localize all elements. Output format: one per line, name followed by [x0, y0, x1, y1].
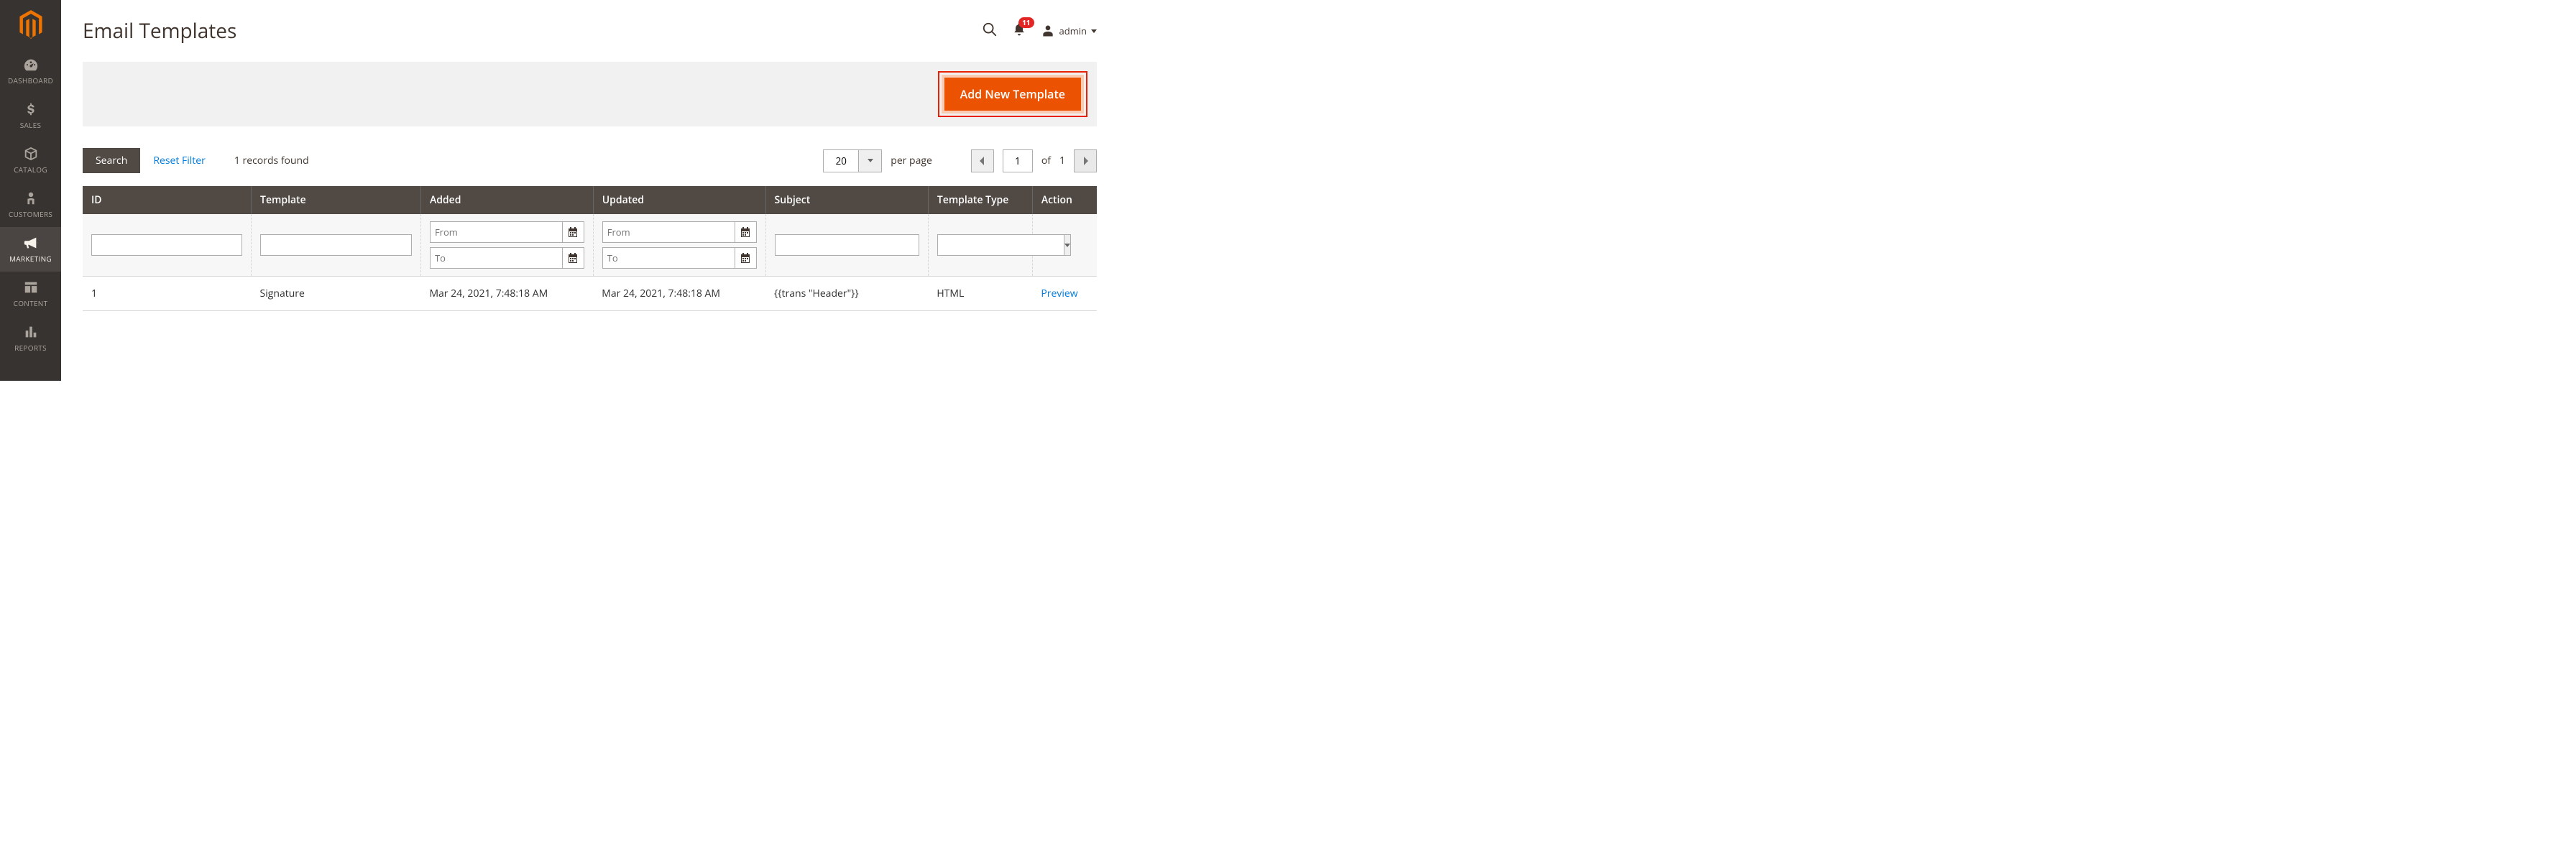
filter-id-input[interactable] — [91, 234, 242, 256]
page-title: Email Templates — [83, 17, 236, 45]
filter-subject-input[interactable] — [775, 234, 919, 256]
layout-icon — [22, 279, 40, 295]
sidebar-item-label: CUSTOMERS — [9, 209, 52, 219]
calendar-icon[interactable] — [735, 247, 757, 269]
person-icon — [22, 190, 40, 206]
sidebar-item-catalog[interactable]: CATALOG — [0, 138, 61, 182]
sidebar-item-customers[interactable]: CUSTOMERS — [0, 182, 61, 227]
col-header-subject[interactable]: Subject — [765, 186, 928, 214]
page-size-input[interactable] — [823, 149, 859, 172]
sidebar-item-label: DASHBOARD — [8, 75, 53, 86]
calendar-icon[interactable] — [563, 247, 584, 269]
bars-icon — [22, 324, 40, 340]
user-icon — [1041, 24, 1055, 38]
user-menu[interactable]: admin — [1041, 24, 1097, 38]
cell-template: Signature — [252, 277, 421, 311]
chevron-down-icon[interactable] — [859, 149, 882, 172]
col-header-template[interactable]: Template — [252, 186, 421, 214]
sidebar: DASHBOARD SALES CATALOG CUSTOMERS MARKET… — [0, 0, 61, 381]
reset-filter-link[interactable]: Reset Filter — [153, 154, 206, 167]
calendar-icon[interactable] — [735, 221, 757, 243]
dollar-icon — [22, 101, 40, 117]
search-button[interactable]: Search — [83, 148, 140, 173]
calendar-icon[interactable] — [563, 221, 584, 243]
next-page-button[interactable] — [1074, 149, 1097, 172]
filter-added-from-input[interactable] — [430, 221, 563, 243]
prev-page-button[interactable] — [971, 149, 994, 172]
chevron-down-icon — [1091, 29, 1097, 33]
filter-updated-to-input[interactable] — [602, 247, 735, 269]
filter-row — [83, 214, 1097, 277]
col-header-type[interactable]: Template Type — [928, 186, 1032, 214]
filter-updated-from-input[interactable] — [602, 221, 735, 243]
of-label: of — [1041, 154, 1051, 167]
cell-subject: {{trans "Header"}} — [765, 277, 928, 311]
chevron-down-icon[interactable] — [1064, 234, 1071, 256]
magento-logo[interactable] — [0, 0, 61, 49]
filter-template-input[interactable] — [260, 234, 412, 256]
per-page-label: per page — [891, 154, 932, 167]
sidebar-item-marketing[interactable]: MARKETING — [0, 227, 61, 272]
notifications-button[interactable]: 11 — [1012, 22, 1026, 40]
gauge-icon — [22, 57, 40, 73]
sidebar-item-label: CONTENT — [14, 298, 48, 308]
sidebar-item-label: SALES — [20, 120, 42, 130]
table-row[interactable]: 1 Signature Mar 24, 2021, 7:48:18 AM Mar… — [83, 277, 1097, 311]
col-header-added[interactable]: Added — [420, 186, 593, 214]
page-size-select[interactable] — [823, 149, 882, 172]
filter-type-select[interactable] — [937, 234, 1024, 256]
sidebar-item-content[interactable]: CONTENT — [0, 272, 61, 316]
sidebar-item-label: CATALOG — [14, 165, 47, 175]
user-label: admin — [1059, 24, 1087, 37]
sidebar-item-sales[interactable]: SALES — [0, 93, 61, 138]
notifications-badge: 11 — [1018, 17, 1034, 28]
add-new-template-button[interactable]: Add New Template — [942, 75, 1084, 114]
current-page-input[interactable] — [1003, 149, 1033, 172]
cell-added: Mar 24, 2021, 7:48:18 AM — [420, 277, 593, 311]
actions-bar: Add New Template — [83, 62, 1097, 126]
filter-type-input[interactable] — [937, 234, 1064, 256]
sidebar-item-label: MARKETING — [9, 254, 52, 264]
search-icon[interactable] — [982, 22, 998, 41]
templates-table: ID Template Added Updated Subject Templa… — [83, 186, 1097, 311]
sidebar-item-dashboard[interactable]: DASHBOARD — [0, 49, 61, 93]
cell-type: HTML — [928, 277, 1032, 311]
col-header-action: Action — [1032, 186, 1097, 214]
box-icon — [22, 146, 40, 162]
cell-id: 1 — [83, 277, 252, 311]
col-header-updated[interactable]: Updated — [593, 186, 765, 214]
preview-link[interactable]: Preview — [1041, 287, 1077, 300]
sidebar-item-label: REPORTS — [14, 343, 47, 353]
main-content: Email Templates 11 admin Add New Templat… — [61, 0, 1118, 381]
megaphone-icon — [22, 235, 40, 251]
sidebar-item-reports[interactable]: REPORTS — [0, 316, 61, 361]
col-header-id[interactable]: ID — [83, 186, 252, 214]
cell-updated: Mar 24, 2021, 7:48:18 AM — [593, 277, 765, 311]
total-pages-label: 1 — [1059, 154, 1065, 167]
filter-added-to-input[interactable] — [430, 247, 563, 269]
records-found-label: 1 records found — [234, 154, 309, 167]
